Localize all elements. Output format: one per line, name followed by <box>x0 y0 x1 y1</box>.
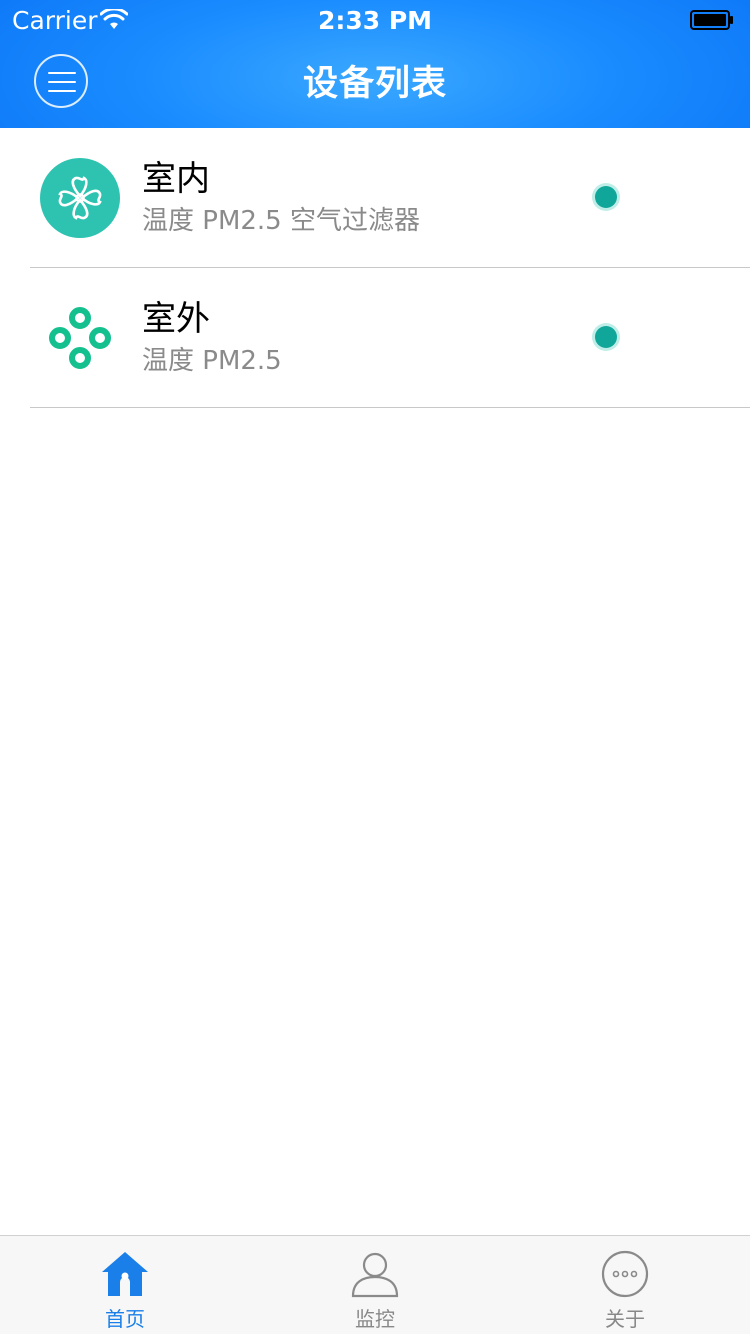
device-name: 室内 <box>142 159 210 199</box>
fan-icon <box>40 158 120 238</box>
page-title: 设备列表 <box>302 64 447 104</box>
app-header: Carrier 2:33 PM 设备列表 <box>0 0 750 128</box>
battery-icon <box>690 10 733 30</box>
device-list: 室内 温度 PM2.5 空气过滤器 室外 温度 PM2.5 <box>0 128 750 408</box>
device-name: 室外 <box>142 299 210 339</box>
tab-home[interactable]: 首页 <box>0 1236 250 1335</box>
user-icon <box>351 1252 399 1298</box>
tab-about[interactable]: 关于 <box>500 1236 750 1335</box>
more-icon <box>601 1250 649 1298</box>
tab-monitor-label: 监控 <box>355 1307 395 1331</box>
nav-bar: 设备列表 <box>0 40 750 128</box>
device-row-indoor[interactable]: 室内 温度 PM2.5 空气过滤器 <box>30 128 750 268</box>
tab-bar: 首页 监控 关于 <box>0 1235 750 1334</box>
status-time: 2:33 PM <box>317 6 433 35</box>
device-description: 温度 PM2.5 空气过滤器 <box>142 206 420 236</box>
sensor-ring-icon <box>49 307 111 369</box>
device-description: 温度 PM2.5 <box>142 346 282 376</box>
device-row-outdoor[interactable]: 室外 温度 PM2.5 <box>30 268 750 408</box>
tab-about-label: 关于 <box>605 1307 645 1331</box>
status-bar: Carrier 2:33 PM <box>0 0 750 40</box>
tab-home-label: 首页 <box>105 1307 145 1331</box>
online-status-indicator <box>595 186 617 208</box>
online-status-indicator <box>595 326 617 348</box>
tab-monitor[interactable]: 监控 <box>250 1236 500 1335</box>
home-icon <box>102 1252 148 1296</box>
